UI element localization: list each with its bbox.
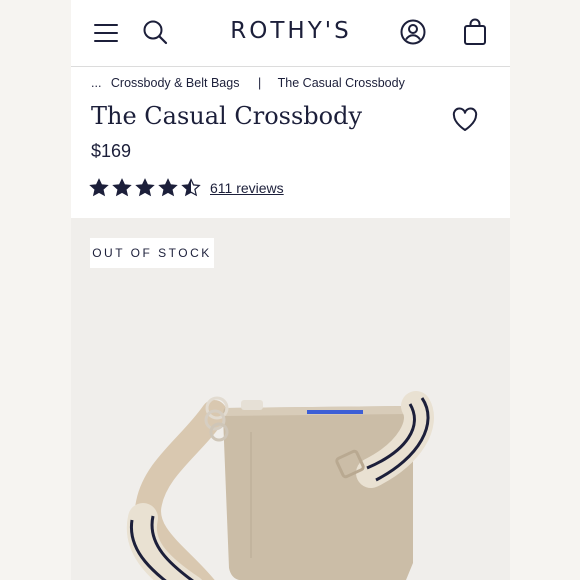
crossbody-bag-image: [126, 391, 434, 580]
star-full-icon: [89, 178, 109, 197]
breadcrumb: ... Crossbody & Belt Bags | The Casual C…: [91, 76, 405, 90]
right-margin: [510, 0, 580, 580]
breadcrumb-current: The Casual Crossbody: [277, 76, 405, 90]
star-full-icon: [158, 178, 178, 197]
star-full-icon: [135, 178, 155, 197]
breadcrumb-ellipsis[interactable]: ...: [91, 76, 101, 90]
brand-logo[interactable]: ROTHY'S: [201, 18, 381, 44]
product-title: The Casual Crossbody: [91, 102, 363, 130]
account-icon[interactable]: [397, 16, 429, 48]
product-image-area: OUT OF STOCK: [71, 218, 510, 580]
shopping-bag-icon[interactable]: [459, 15, 491, 49]
left-margin: [0, 0, 71, 580]
product-price: $169: [91, 141, 132, 161]
search-icon[interactable]: [139, 16, 171, 48]
star-full-icon: [112, 178, 132, 197]
out-of-stock-badge: OUT OF STOCK: [90, 238, 214, 268]
reviews-link[interactable]: 611 reviews: [210, 180, 284, 196]
breadcrumb-separator: |: [257, 76, 262, 90]
heart-icon[interactable]: [451, 106, 479, 134]
product-page: ROTHY'S ... Crossbody & Belt Bags | The …: [71, 0, 510, 580]
star-rating: [89, 178, 204, 198]
star-half-icon: [181, 178, 201, 197]
breadcrumb-category-link[interactable]: Crossbody & Belt Bags: [111, 76, 240, 90]
top-navigation-bar: ROTHY'S: [71, 0, 510, 67]
menu-icon[interactable]: [91, 18, 121, 48]
